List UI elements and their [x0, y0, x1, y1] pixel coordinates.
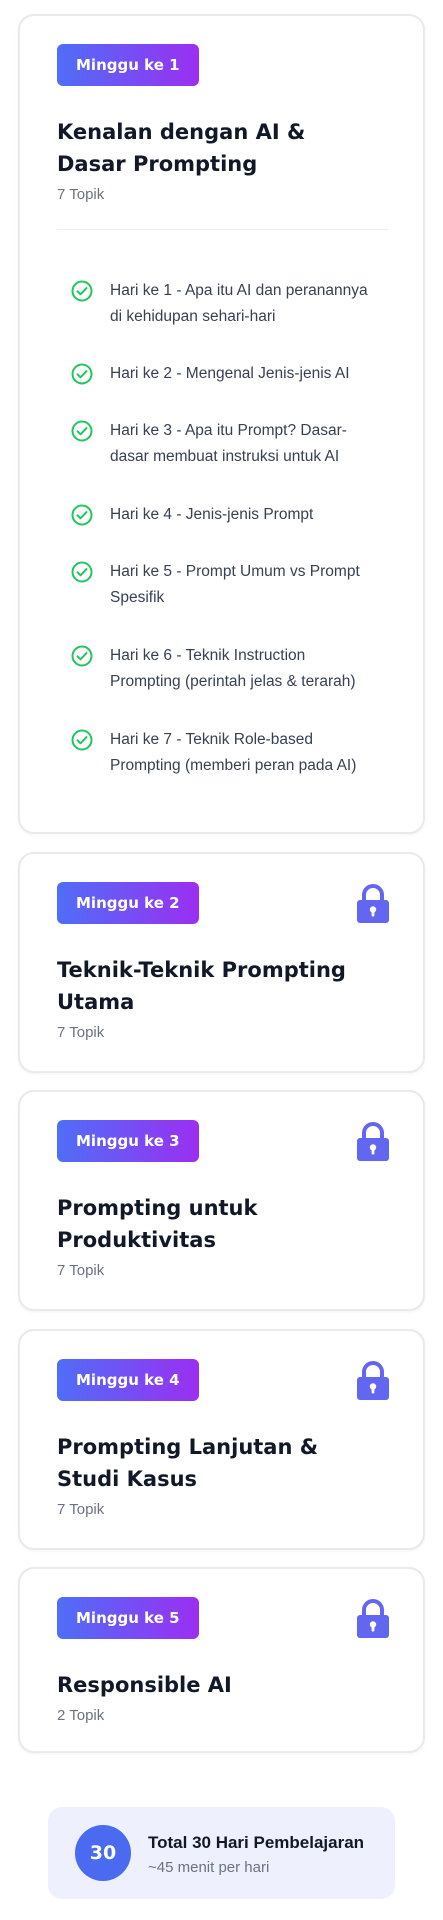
check-circle-icon: [71, 363, 93, 385]
topic-label: Hari ke 3 - Apa itu Prompt? Dasar-dasar …: [110, 422, 347, 465]
week-title: Responsible AI: [57, 1673, 232, 1697]
topic-item[interactable]: Hari ke 2 - Mengenal Jenis-jenis AI: [70, 361, 380, 387]
topic-item[interactable]: Hari ke 3 - Apa itu Prompt? Dasar-dasar …: [70, 418, 380, 470]
week-badge: Minggu ke 2: [57, 882, 199, 924]
summary-subtitle: ~45 menit per hari: [148, 1859, 270, 1876]
topic-label: Hari ke 2 - Mengenal Jenis-jenis AI: [110, 365, 350, 382]
check-circle-icon: [71, 561, 93, 583]
week-card-1[interactable]: Minggu ke 1 Kenalan dengan AI & Dasar Pr…: [18, 14, 425, 834]
week-title: Prompting untuk Produktivitas: [57, 1196, 258, 1252]
topic-label: Hari ke 1 - Apa itu AI dan peranannya di…: [110, 282, 368, 325]
week-badge: Minggu ke 1: [57, 44, 199, 86]
week-title: Teknik-Teknik Prompting Utama: [57, 958, 346, 1014]
lock-icon: [357, 1361, 389, 1400]
week-title: Prompting Lanjutan & Studi Kasus: [57, 1435, 319, 1491]
week-title: Kenalan dengan AI & Dasar Prompting: [57, 120, 306, 176]
topic-item[interactable]: Hari ke 5 - Prompt Umum vs Prompt Spesif…: [70, 559, 380, 611]
topic-item[interactable]: Hari ke 7 - Teknik Role-based Prompting …: [70, 727, 380, 779]
topic-count: 7 Topik: [57, 186, 105, 203]
check-circle-icon: [71, 420, 93, 442]
week-card-4[interactable]: Minggu ke 4 Prompting Lanjutan & Studi K…: [18, 1329, 425, 1550]
topic-item[interactable]: Hari ke 6 - Teknik Instruction Prompting…: [70, 643, 380, 695]
divider: [57, 229, 388, 230]
check-circle-icon: [71, 280, 93, 302]
week-card-5[interactable]: Minggu ke 5 Responsible AI 2 Topik: [18, 1567, 425, 1753]
topic-item[interactable]: Hari ke 1 - Apa itu AI dan peranannya di…: [70, 278, 380, 330]
check-circle-icon: [71, 504, 93, 526]
topic-label: Hari ke 5 - Prompt Umum vs Prompt Spesif…: [110, 563, 360, 606]
week-badge: Minggu ke 5: [57, 1597, 199, 1639]
lock-icon: [357, 1122, 389, 1161]
topic-label: Hari ke 7 - Teknik Role-based Prompting …: [110, 731, 357, 774]
week-card-2[interactable]: Minggu ke 2 Teknik-Teknik Prompting Utam…: [18, 852, 425, 1073]
topic-count: 7 Topik: [57, 1024, 105, 1041]
topic-count: 2 Topik: [57, 1707, 105, 1724]
week-badge: Minggu ke 4: [57, 1359, 199, 1401]
lock-icon: [357, 1599, 389, 1638]
summary-title: Total 30 Hari Pembelajaran: [148, 1833, 365, 1852]
topic-label: Hari ke 6 - Teknik Instruction Prompting…: [110, 647, 356, 690]
check-circle-icon: [71, 729, 93, 751]
week-card-3[interactable]: Minggu ke 3 Prompting untuk Produktivita…: [18, 1090, 425, 1311]
topic-count: 7 Topik: [57, 1262, 105, 1279]
week-badge: Minggu ke 3: [57, 1120, 199, 1162]
days-count-badge: 30: [75, 1825, 131, 1881]
lock-icon: [357, 884, 389, 923]
check-circle-icon: [71, 645, 93, 667]
topic-label: Hari ke 4 - Jenis-jenis Prompt: [110, 506, 314, 523]
topic-item[interactable]: Hari ke 4 - Jenis-jenis Prompt: [70, 502, 380, 528]
topic-count: 7 Topik: [57, 1501, 105, 1518]
summary-box: 30 Total 30 Hari Pembelajaran ~45 menit …: [48, 1807, 395, 1899]
